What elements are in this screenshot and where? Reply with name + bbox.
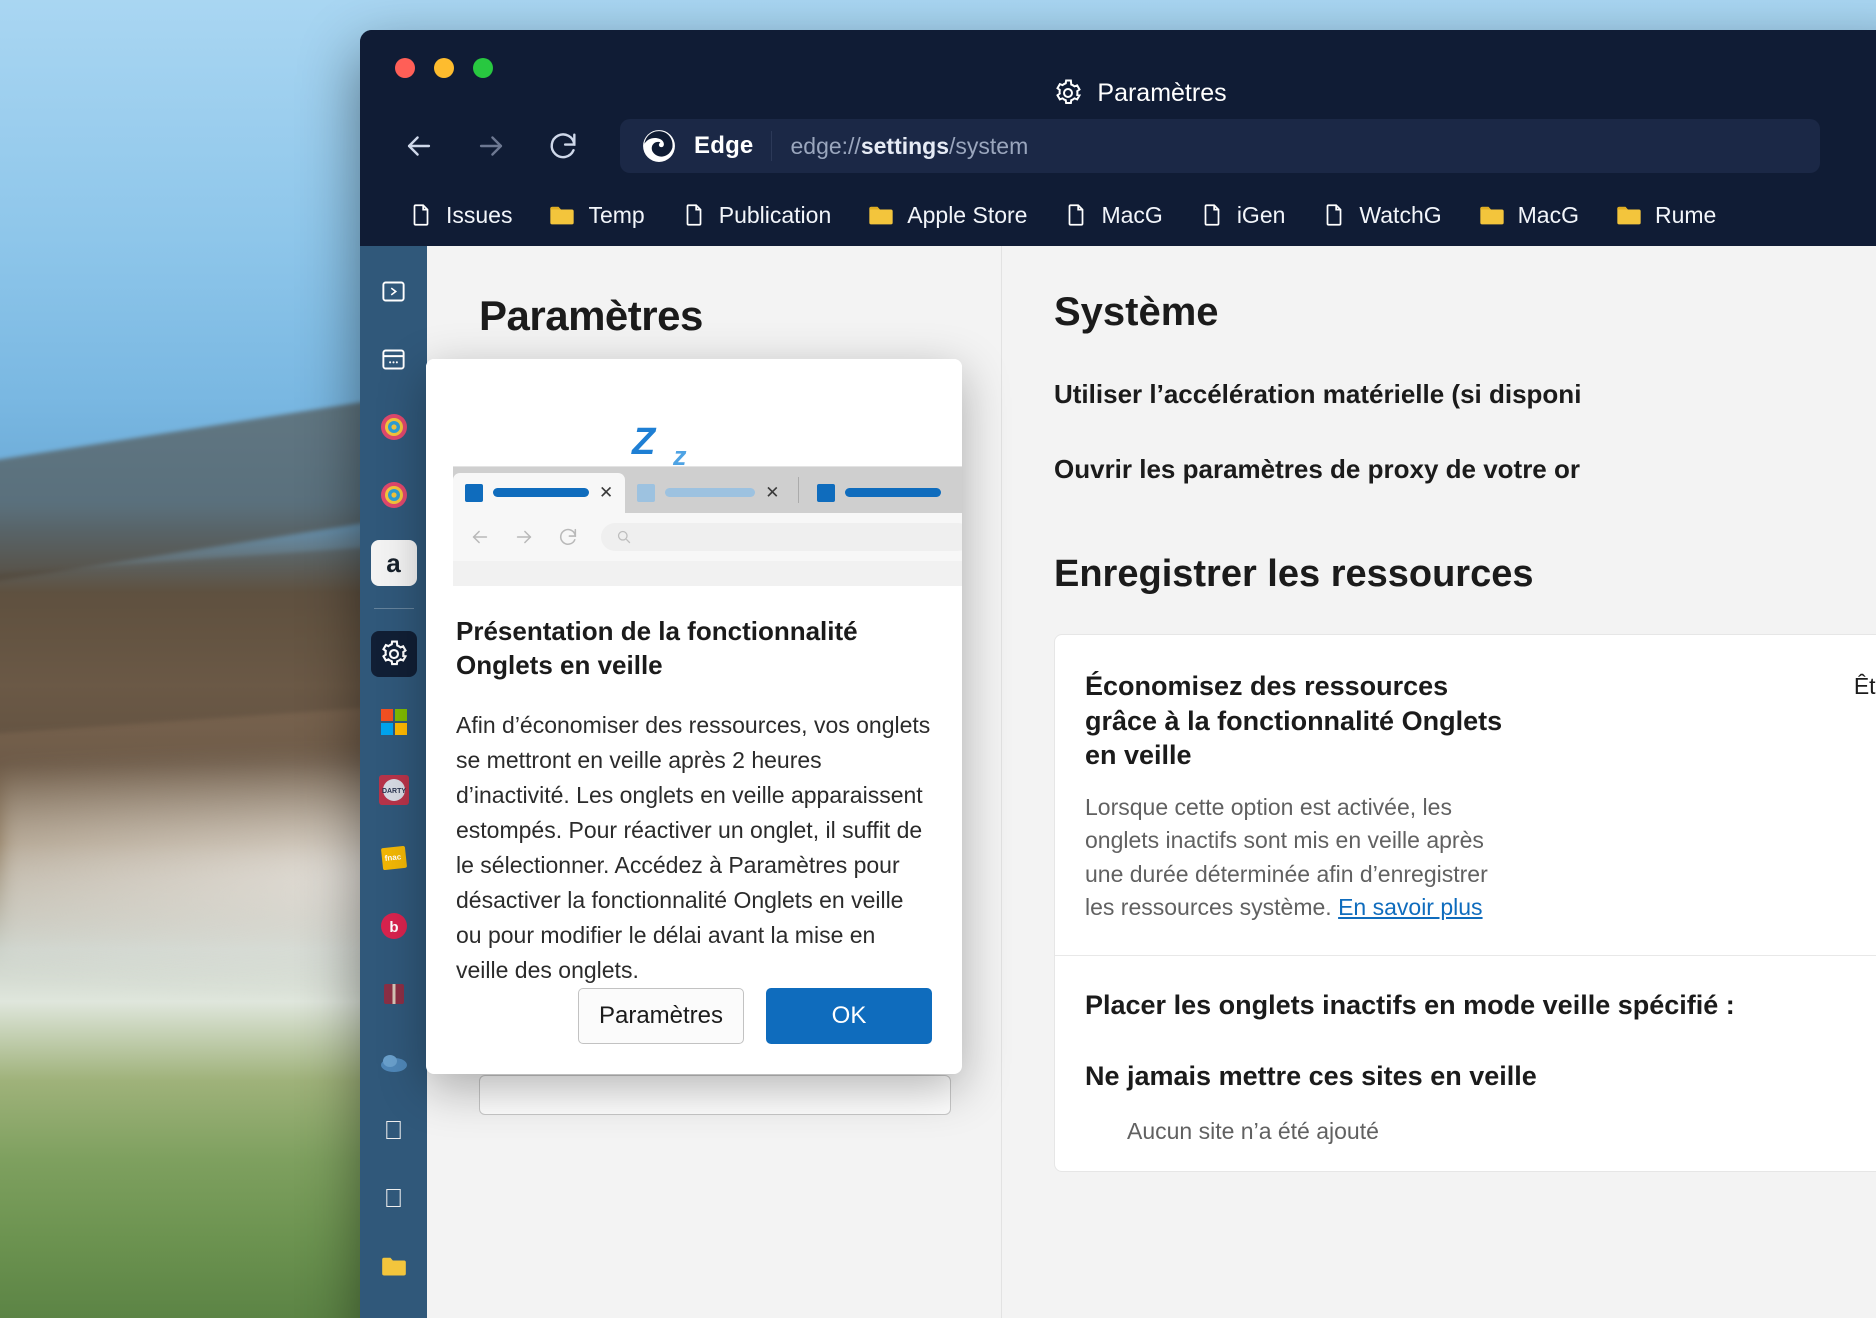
browser-mockup: ✕ ✕ xyxy=(453,466,962,586)
mockup-favicon xyxy=(817,484,835,502)
mockup-tab-close-icon: ✕ xyxy=(599,483,613,503)
page-icon xyxy=(1199,202,1225,228)
zzz-glyph-1: Z xyxy=(632,421,655,464)
bookmark-label: iGen xyxy=(1237,202,1286,229)
window-titlebar: Paramètres xyxy=(360,30,1876,108)
mockup-toolbar xyxy=(453,513,962,561)
dialog-body: Afin d’économiser des ressources, vos on… xyxy=(456,708,932,988)
forward-button[interactable] xyxy=(464,119,518,173)
folder-icon xyxy=(1478,202,1506,228)
bookmark-label: Apple Store xyxy=(907,202,1027,229)
omnibox-divider xyxy=(771,131,772,161)
window-title-label: Paramètres xyxy=(1097,79,1226,108)
bookmark-publication[interactable]: Publication xyxy=(663,193,850,237)
dialog-actions: Paramètres OK xyxy=(426,988,962,1074)
window-title: Paramètres xyxy=(360,78,1876,108)
bookmark-issues[interactable]: Issues xyxy=(390,193,530,237)
bookmark-label: Publication xyxy=(719,202,832,229)
folder-icon xyxy=(548,202,576,228)
bookmarks-bar: Issues Temp Publication Apple Store MacG… xyxy=(360,184,1876,246)
browser-toolbar: Edge edge://settings/system xyxy=(360,108,1876,184)
bookmark-label: Temp xyxy=(588,202,644,229)
mockup-favicon xyxy=(465,484,483,502)
mockup-tab-separator xyxy=(798,477,799,503)
mockup-address-bar xyxy=(601,523,962,551)
browser-window: Paramètres Edge edge://settings/system xyxy=(360,30,1876,1318)
mockup-reload-icon xyxy=(557,526,579,548)
bookmark-label: Rume xyxy=(1655,202,1716,229)
address-bar-url[interactable]: edge://settings/system xyxy=(790,133,1028,160)
dialog-overlay: Z z z z ✕ xyxy=(360,246,1876,1318)
folder-icon xyxy=(1615,202,1643,228)
mockup-back-icon xyxy=(469,526,491,548)
close-button[interactable] xyxy=(395,58,415,78)
minimize-button[interactable] xyxy=(434,58,454,78)
bookmark-macg-2[interactable]: MacG xyxy=(1460,193,1597,237)
mockup-page-body xyxy=(453,561,962,586)
page-icon xyxy=(681,202,707,228)
ok-button[interactable]: OK xyxy=(766,988,932,1044)
bookmark-rume[interactable]: Rume xyxy=(1597,193,1734,237)
mockup-favicon xyxy=(637,484,655,502)
mockup-tab-close-icon: ✕ xyxy=(765,483,779,503)
dialog-text: Présentation de la fonctionnalité Onglet… xyxy=(426,586,962,988)
back-button[interactable] xyxy=(392,119,446,173)
maximize-button[interactable] xyxy=(473,58,493,78)
bookmark-temp[interactable]: Temp xyxy=(530,193,662,237)
traffic-light-buttons[interactable] xyxy=(395,58,493,78)
bookmark-label: MacG xyxy=(1101,202,1162,229)
browser-content: a DARTY fnac b xyxy=(360,246,1876,1318)
page-icon xyxy=(408,202,434,228)
bookmark-label: MacG xyxy=(1518,202,1579,229)
page-icon xyxy=(1321,202,1347,228)
mockup-tab-title xyxy=(493,488,589,497)
edge-logo-icon xyxy=(642,129,676,163)
bookmark-label: Issues xyxy=(446,202,512,229)
mockup-tab-active: ✕ xyxy=(453,473,625,513)
bookmark-macg-1[interactable]: MacG xyxy=(1045,193,1180,237)
bookmark-watchg[interactable]: WatchG xyxy=(1303,193,1459,237)
sleeping-tabs-dialog: Z z z z ✕ xyxy=(426,359,962,1074)
mockup-tabstrip: ✕ ✕ xyxy=(453,467,962,513)
mockup-tab-next xyxy=(805,473,953,513)
bookmark-apple-store[interactable]: Apple Store xyxy=(849,193,1045,237)
edge-brand-label: Edge xyxy=(694,132,753,160)
gear-icon xyxy=(1053,78,1083,108)
reload-button[interactable] xyxy=(536,119,590,173)
dialog-title: Présentation de la fonctionnalité Onglet… xyxy=(456,614,932,683)
folder-icon xyxy=(867,202,895,228)
page-icon xyxy=(1063,202,1089,228)
bookmark-label: WatchG xyxy=(1359,202,1441,229)
settings-button[interactable]: Paramètres xyxy=(578,988,744,1044)
bookmark-igen[interactable]: iGen xyxy=(1181,193,1304,237)
mockup-forward-icon xyxy=(513,526,535,548)
mockup-tab-sleeping: ✕ xyxy=(625,473,791,513)
address-bar[interactable]: Edge edge://settings/system xyxy=(620,119,1820,173)
mockup-tab-title xyxy=(665,488,755,497)
mockup-tab-title xyxy=(845,488,941,497)
sleeping-tabs-illustration: Z z z z ✕ xyxy=(426,359,962,586)
